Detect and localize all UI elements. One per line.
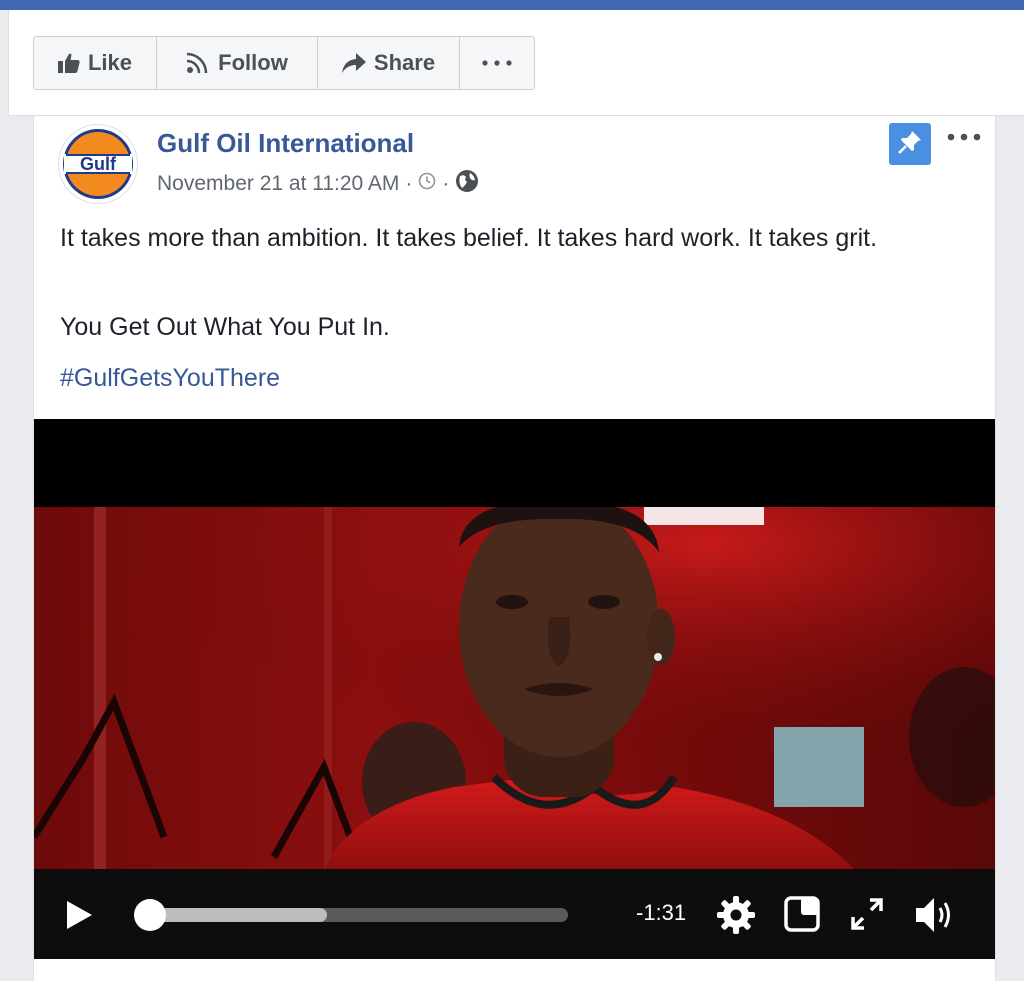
post-card: Gulf Gulf Oil International November 21 … xyxy=(33,116,996,981)
time-remaining: -1:31 xyxy=(636,900,687,925)
follow-page-button[interactable]: Follow xyxy=(157,37,318,89)
share-arrow-icon xyxy=(341,53,366,73)
buffered-progress xyxy=(146,908,328,922)
picture-in-picture-button[interactable] xyxy=(784,896,820,937)
meta-separator: · xyxy=(442,172,450,195)
post-timestamp[interactable]: November 21 at 11:20 AM xyxy=(157,172,399,196)
page-action-buttons: Like Follow Share xyxy=(33,36,535,90)
ellipsis-icon xyxy=(482,60,512,66)
rss-feed-icon xyxy=(186,52,210,74)
more-options-button[interactable] xyxy=(460,37,534,89)
picture-in-picture-icon xyxy=(784,896,820,932)
page-name-link[interactable]: Gulf Oil International xyxy=(157,128,414,159)
play-icon xyxy=(67,901,92,929)
video-player[interactable]: -1:31 xyxy=(34,419,995,959)
fullscreen-button[interactable] xyxy=(850,897,884,936)
gulf-logo-text: Gulf xyxy=(80,154,117,174)
video-controls-bar: -1:31 xyxy=(34,869,995,959)
pushpin-icon xyxy=(897,129,923,160)
gulf-logo-icon: Gulf xyxy=(63,129,133,199)
top-navigation-bar xyxy=(0,0,1024,10)
video-frame[interactable] xyxy=(34,507,995,869)
clock-icon[interactable] xyxy=(418,172,436,196)
hashtag-link[interactable]: #GulfGetsYouThere xyxy=(60,359,960,398)
follow-button-label: Follow xyxy=(218,50,288,75)
ellipsis-icon xyxy=(947,128,981,146)
like-page-button[interactable]: Like xyxy=(34,37,157,89)
meta-separator: · xyxy=(405,172,413,195)
post-meta: November 21 at 11:20 AM · · xyxy=(157,169,479,199)
page-avatar[interactable]: Gulf xyxy=(58,124,138,204)
globe-icon[interactable] xyxy=(455,169,479,199)
page-action-bar: Like Follow Share xyxy=(8,10,1024,116)
post-options-button[interactable] xyxy=(939,122,989,152)
post-text-line: You Get Out What You Put In. xyxy=(60,313,390,341)
share-button-label: Share xyxy=(373,50,436,75)
video-scrubber-handle[interactable] xyxy=(134,899,166,931)
share-page-button[interactable]: Share xyxy=(318,37,460,89)
volume-icon xyxy=(916,898,950,932)
video-thumbnail-image xyxy=(34,507,995,869)
thumbs-up-icon xyxy=(57,53,80,73)
post-text-line: It takes more than ambition. It takes be… xyxy=(60,224,878,252)
settings-button[interactable] xyxy=(716,895,756,940)
video-progress-bar[interactable] xyxy=(134,899,568,931)
pinned-post-button[interactable] xyxy=(889,123,931,165)
volume-button[interactable] xyxy=(914,895,956,940)
gear-icon xyxy=(717,896,755,934)
expand-icon xyxy=(851,898,883,930)
play-button[interactable] xyxy=(64,899,94,936)
like-button-label: Like xyxy=(87,50,133,75)
